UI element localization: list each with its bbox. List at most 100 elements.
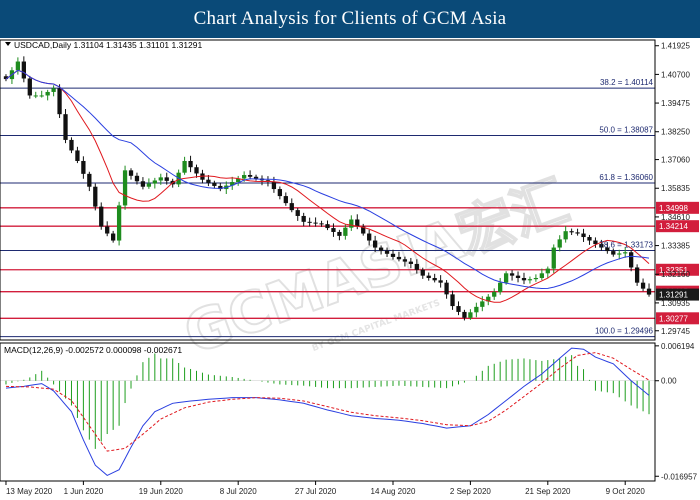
candle-body — [105, 226, 110, 234]
candle-body — [503, 273, 509, 283]
candle-body — [63, 114, 68, 140]
candle-body — [527, 279, 533, 281]
candle-body — [146, 183, 152, 187]
candle-body — [450, 294, 455, 307]
watermark-text: GCMASIA宏汇 — [176, 169, 577, 368]
candle-body — [87, 173, 92, 187]
candle-body — [343, 227, 348, 236]
candle-body — [158, 177, 163, 181]
candle-body — [39, 95, 44, 97]
price-tick-label: 1.38250 — [661, 128, 690, 137]
candle-body — [402, 259, 408, 262]
symbol-dropdown-icon — [5, 42, 11, 46]
candle-body — [164, 177, 169, 181]
candle-body — [480, 301, 485, 307]
candle-body — [367, 233, 372, 241]
sr-level-label: 1.30277 — [659, 314, 688, 323]
candle-body — [545, 268, 550, 274]
candle-body — [509, 273, 515, 276]
candle-body — [128, 170, 134, 176]
candle-body — [563, 231, 568, 240]
time-tick-label: 21 Sep 2020 — [525, 487, 571, 496]
candle-body — [587, 237, 592, 241]
candle-body — [617, 253, 622, 255]
candle-body — [15, 61, 21, 71]
candle-body — [206, 179, 211, 183]
fib-level-label: 38.2 = 1.40114 — [600, 78, 654, 87]
price-tick-label: 1.37060 — [661, 156, 690, 165]
macd-tick-label: -0.016957 — [661, 472, 698, 481]
price-tick-label: 1.30935 — [661, 299, 690, 308]
fib-level-label: 78.6 = 1.33173 — [599, 241, 653, 250]
candle-body — [396, 256, 402, 260]
banner-title: Chart Analysis for Clients of GCM Asia — [193, 8, 507, 29]
time-tick-label: 19 Jun 2020 — [139, 487, 184, 496]
price-tick-label: 1.32160 — [661, 270, 690, 279]
time-tick-label: 2 Sep 2020 — [450, 487, 491, 496]
candle-body — [241, 175, 247, 179]
candle-body — [27, 78, 32, 96]
fib-level-label: 50.0 = 1.38087 — [599, 126, 653, 135]
price-tick-label: 1.34610 — [661, 213, 690, 222]
candle-body — [498, 282, 503, 293]
price-tick-label: 1.39475 — [661, 99, 690, 108]
candle-body — [247, 175, 253, 177]
time-tick-label: 14 Aug 2020 — [371, 487, 416, 496]
candle-body — [640, 282, 646, 289]
candle-body — [283, 196, 288, 204]
time-tick-label: 9 Oct 2020 — [606, 487, 646, 496]
candle-body — [378, 247, 384, 251]
candle-body — [349, 219, 354, 228]
candle-body — [182, 160, 187, 173]
candle-body — [313, 222, 318, 224]
macd-tick-label: 0.00 — [661, 377, 677, 386]
candle-body — [319, 223, 324, 225]
price-tick-label: 1.40700 — [661, 70, 690, 79]
candle-body — [623, 252, 628, 254]
candle-body — [456, 306, 461, 312]
candle-body — [301, 215, 306, 222]
candle-body — [432, 277, 437, 281]
candle-body — [521, 277, 527, 281]
candle-body — [462, 311, 467, 318]
price-tick-label: 1.33385 — [661, 242, 690, 251]
candle-body — [45, 91, 50, 96]
candle-body — [408, 261, 414, 264]
candle-body — [384, 250, 390, 254]
price-tick-label: 1.35835 — [661, 184, 690, 193]
candle-body — [533, 277, 539, 280]
candle-body — [575, 232, 580, 234]
candle-body — [122, 170, 128, 206]
candle-body — [426, 275, 431, 278]
time-tick-label: 8 Jul 2020 — [220, 487, 257, 496]
sr-level-label: 1.34214 — [659, 222, 688, 231]
candle-body — [646, 288, 652, 295]
candle-body — [69, 139, 74, 151]
candle-body — [515, 275, 521, 278]
candle-body — [81, 160, 86, 174]
candle-body — [93, 186, 98, 207]
sr-level-label: 1.34998 — [659, 204, 688, 213]
candle-body — [295, 210, 300, 216]
candle-body — [593, 240, 598, 245]
candle-body — [492, 292, 497, 297]
candle-body — [474, 306, 479, 313]
candle-body — [21, 61, 26, 79]
candle-body — [253, 176, 259, 179]
candle-body — [271, 182, 277, 190]
candle-body — [325, 224, 330, 229]
candle-body — [444, 282, 449, 295]
candle-body — [116, 205, 122, 241]
candle-body — [414, 263, 419, 270]
candle-body — [33, 95, 38, 97]
chart-area: GCMASIA宏汇BY GCM CAPITAL MARKETS 1.349981… — [0, 39, 699, 496]
candle-body — [337, 231, 342, 236]
macd-label: MACD(12,26,9) -0.002572 0.000098 -0.0026… — [4, 345, 182, 355]
candle-body — [307, 221, 312, 223]
macd-line — [5, 347, 650, 476]
candle-body — [212, 182, 217, 186]
macd-panel-frame — [0, 342, 656, 482]
candle-body — [75, 150, 80, 161]
fib-level-label: 61.8 = 1.36060 — [599, 173, 653, 182]
macd-tick-label: 0.006194 — [661, 342, 695, 351]
